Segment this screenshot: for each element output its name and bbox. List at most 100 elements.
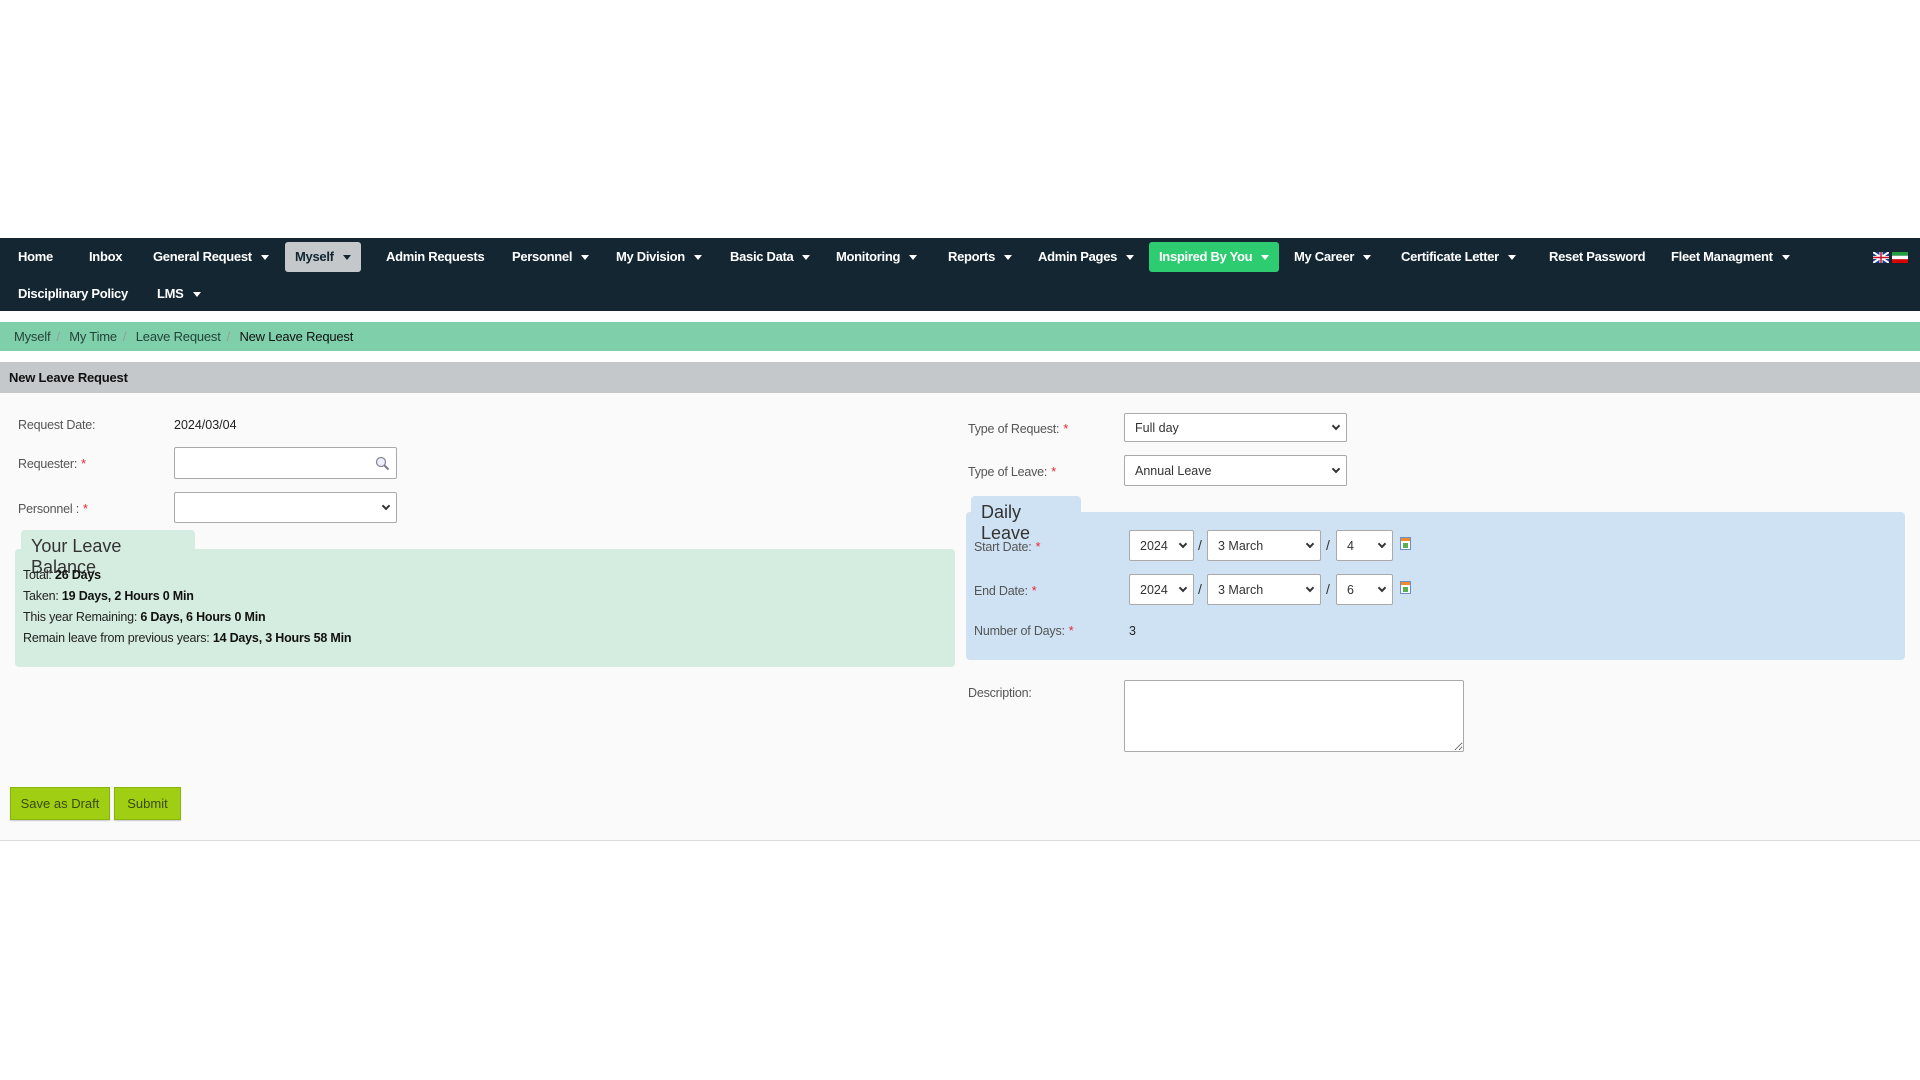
number-of-days-value: 3 xyxy=(1129,624,1136,638)
nav-item-myself[interactable]: Myself xyxy=(285,242,361,272)
requester-label: Requester: * xyxy=(18,457,86,471)
breadcrumb-myself[interactable]: Myself xyxy=(14,329,51,344)
chevron-down-icon xyxy=(1178,539,1188,548)
end-day-select[interactable]: 6 xyxy=(1336,574,1393,605)
caret-down-icon xyxy=(1261,255,1270,261)
chevron-down-icon xyxy=(1377,539,1387,548)
breadcrumb-separator: / xyxy=(56,329,60,344)
chevron-down-icon xyxy=(1178,583,1188,592)
nav-item-personnel[interactable]: Personnel xyxy=(502,242,599,272)
request-date-value: 2024/03/04 xyxy=(174,418,237,432)
nav-item-reset-password[interactable]: Reset Password xyxy=(1539,242,1655,272)
end-year-select[interactable]: 2024 xyxy=(1129,574,1194,605)
nav-item-label: Inspired By You xyxy=(1159,249,1253,264)
start-day-select[interactable]: 4 xyxy=(1336,530,1393,561)
nav-item-fleet-managment[interactable]: Fleet Managment xyxy=(1661,242,1800,272)
caret-down-icon xyxy=(909,255,918,261)
nav-item-label: Personnel xyxy=(512,249,573,264)
end-month-select[interactable]: 3 March xyxy=(1207,574,1321,605)
requester-input[interactable] xyxy=(174,447,397,479)
nav-item-label: Myself xyxy=(295,249,334,264)
breadcrumb-leave-request[interactable]: Leave Request xyxy=(136,329,221,344)
balance-row: Remain leave from previous years: 14 Day… xyxy=(23,631,352,645)
caret-down-icon xyxy=(342,255,351,261)
description-textarea[interactable] xyxy=(1124,680,1464,752)
personnel-select[interactable] xyxy=(174,492,397,523)
page-title: New Leave Request xyxy=(0,362,1920,393)
start-month-select[interactable]: 3 March xyxy=(1207,530,1321,561)
personnel-label: Personnel : * xyxy=(18,502,88,516)
caret-down-icon xyxy=(260,255,269,261)
nav-item-label: Monitoring xyxy=(836,249,901,264)
balance-label: Remain leave from previous years: xyxy=(23,631,210,645)
caret-down-icon xyxy=(192,292,201,298)
nav-item-disciplinary-policy[interactable]: Disciplinary Policy xyxy=(8,279,138,309)
nav-item-label: My Career xyxy=(1294,249,1355,264)
nav-item-label: Basic Data xyxy=(730,249,794,264)
daily-leave-box xyxy=(966,512,1905,660)
balance-label: Taken: xyxy=(23,589,59,603)
main-navbar: Home Inbox General Request Myself Admin Requ… xyxy=(0,238,1920,311)
nav-item-label: Fleet Managment xyxy=(1671,249,1773,264)
caret-down-icon xyxy=(693,255,702,261)
chevron-down-icon xyxy=(1331,421,1341,430)
breadcrumb-separator: / xyxy=(226,329,231,344)
balance-row: Taken: 19 Days, 2 Hours 0 Min xyxy=(23,589,194,603)
chevron-down-icon xyxy=(381,501,391,510)
chevron-down-icon xyxy=(1377,583,1387,592)
caret-down-icon xyxy=(1126,255,1135,261)
breadcrumb-current: New Leave Request xyxy=(239,329,354,344)
balance-row: Total: 26 Days xyxy=(23,568,101,582)
nav-item-label: Admin Pages xyxy=(1038,249,1118,264)
iran-flag-icon[interactable] xyxy=(1892,252,1908,263)
nav-item-inspired-by-you[interactable]: Inspired By You xyxy=(1149,242,1280,272)
balance-value: 6 Days, 6 Hours 0 Min xyxy=(140,610,266,624)
save-as-draft-button[interactable]: Save as Draft xyxy=(10,787,110,820)
nav-item-reports[interactable]: Reports xyxy=(938,242,1022,272)
nav-item-admin-pages[interactable]: Admin Pages xyxy=(1028,242,1144,272)
type-of-request-select[interactable]: Full day xyxy=(1124,413,1347,442)
search-icon[interactable] xyxy=(375,456,390,471)
date-separator: / xyxy=(1326,581,1330,597)
nav-item-label: Reset Password xyxy=(1549,249,1646,264)
calendar-icon[interactable] xyxy=(1400,537,1411,550)
nav-item-monitoring[interactable]: Monitoring xyxy=(826,242,927,272)
daily-leave-title: Daily Leave xyxy=(971,496,1081,543)
balance-value: 26 Days xyxy=(54,568,101,582)
date-separator: / xyxy=(1326,537,1330,553)
caret-down-icon xyxy=(581,255,590,261)
nav-item-my-career[interactable]: My Career xyxy=(1284,242,1381,272)
date-separator: / xyxy=(1198,581,1202,597)
nav-item-lms[interactable]: LMS xyxy=(147,279,211,309)
nav-item-label: Disciplinary Policy xyxy=(18,286,128,301)
nav-item-admin-requests[interactable]: Admin Requests xyxy=(376,242,494,272)
chevron-down-icon xyxy=(1305,539,1315,548)
calendar-icon[interactable] xyxy=(1400,581,1411,594)
nav-item-home[interactable]: Home xyxy=(8,242,63,272)
nav-item-basic-data[interactable]: Basic Data xyxy=(720,242,820,272)
balance-value: 19 Days, 2 Hours 0 Min xyxy=(61,589,194,603)
submit-button[interactable]: Submit xyxy=(114,787,181,820)
nav-item-label: General Request xyxy=(153,249,252,264)
start-date-label: Start Date: * xyxy=(974,540,1041,554)
chevron-down-icon xyxy=(1305,583,1315,592)
nav-item-label: Admin Requests xyxy=(386,249,485,264)
breadcrumb-my-time[interactable]: My Time xyxy=(69,329,117,344)
type-of-request-label: Type of Request: * xyxy=(968,422,1068,436)
request-date-label: Request Date: xyxy=(18,418,96,432)
balance-value: 14 Days, 3 Hours 58 Min xyxy=(212,631,352,645)
nav-item-my-division[interactable]: My Division xyxy=(606,242,712,272)
caret-down-icon xyxy=(1363,255,1372,261)
nav-item-label: Certificate Letter xyxy=(1401,249,1499,264)
nav-item-label: Inbox xyxy=(89,249,123,264)
start-year-select[interactable]: 2024 xyxy=(1129,530,1194,561)
nav-item-inbox[interactable]: Inbox xyxy=(79,242,132,272)
chevron-down-icon xyxy=(1331,464,1341,473)
nav-item-certificate-letter[interactable]: Certificate Letter xyxy=(1391,242,1526,272)
uk-flag-icon[interactable] xyxy=(1873,252,1889,263)
nav-item-general-request[interactable]: General Request xyxy=(143,242,279,272)
balance-label: This year Remaining: xyxy=(23,610,138,624)
nav-item-label: Home xyxy=(18,249,53,264)
type-of-leave-select[interactable]: Annual Leave xyxy=(1124,455,1347,486)
end-date-label: End Date: * xyxy=(974,584,1037,598)
